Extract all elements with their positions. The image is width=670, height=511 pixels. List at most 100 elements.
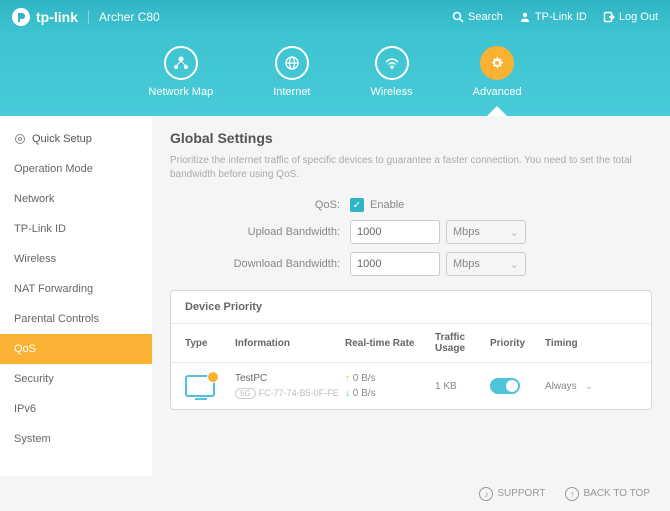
sidebar-item-ipv6[interactable]: IPv6	[0, 394, 152, 424]
band-badge: 5G	[235, 388, 256, 399]
sidebar-item-wireless[interactable]: Wireless	[0, 244, 152, 274]
table-row: TestPC 5GFC-77-74-B5-0F-FE ↑ 0 B/s ↓ 0 B…	[171, 363, 651, 409]
nav-label: Wireless	[371, 86, 413, 98]
usage-cell: 1 KB	[435, 381, 490, 392]
sidebar-item-nat-forwarding[interactable]: NAT Forwarding	[0, 274, 152, 304]
table-header: Type Information Real-time Rate Traffic …	[171, 324, 651, 363]
enable-label: Enable	[370, 199, 404, 211]
gear-icon	[14, 133, 26, 145]
rate-cell: ↑ 0 B/s ↓ 0 B/s	[345, 373, 435, 399]
sidebar-label: Wireless	[14, 253, 56, 265]
upload-row: Upload Bandwidth: Mbps ⌄	[170, 220, 652, 244]
nav-network-map[interactable]: Network Map	[148, 46, 213, 116]
sidebar-label: QoS	[14, 343, 36, 355]
sidebar-item-network[interactable]: Network	[0, 184, 152, 214]
globe-icon	[275, 46, 309, 80]
sidebar-item-tplink-id[interactable]: TP-Link ID	[0, 214, 152, 244]
sidebar-label: Security	[14, 373, 54, 385]
nav-wireless[interactable]: Wireless	[371, 46, 413, 116]
sidebar-label: System	[14, 433, 51, 445]
nav-label: Internet	[273, 86, 310, 98]
chevron-down-icon: ⌄	[510, 258, 519, 271]
user-icon	[519, 11, 531, 23]
col-timing: Timing	[545, 338, 615, 349]
priority-cell	[490, 378, 545, 394]
download-label: Download Bandwidth:	[170, 258, 350, 270]
search-icon	[452, 11, 464, 23]
header-bar: tp-link Archer C80 Search TP-Link ID Log…	[0, 0, 670, 34]
body: Quick Setup Operation Mode Network TP-Li…	[0, 116, 670, 476]
sidebar-label: TP-Link ID	[14, 223, 66, 235]
timing-value: Always	[545, 381, 577, 392]
col-priority: Priority	[490, 338, 545, 349]
search-label: Search	[468, 11, 503, 23]
content-area: Global Settings Prioritize the internet …	[152, 116, 670, 476]
support-link[interactable]: ♪ SUPPORT	[479, 487, 545, 501]
panel-title: Device Priority	[171, 291, 651, 324]
section-title: Global Settings	[170, 130, 652, 146]
gear-icon	[480, 46, 514, 80]
upload-unit-select[interactable]: Mbps ⌄	[446, 220, 526, 244]
nav-label: Advanced	[473, 86, 522, 98]
sidebar-label: Parental Controls	[14, 313, 99, 325]
download-row: Download Bandwidth: Mbps ⌄	[170, 252, 652, 276]
search-link[interactable]: Search	[452, 11, 503, 23]
sidebar-label: IPv6	[14, 403, 36, 415]
monitor-icon	[185, 375, 215, 397]
qos-row: QoS: ✓ Enable	[170, 198, 652, 212]
back-to-top-link[interactable]: ↑ BACK TO TOP	[565, 487, 650, 501]
star-badge-icon	[207, 371, 219, 383]
brand-text: tp-link	[36, 9, 78, 25]
sidebar-item-quick-setup[interactable]: Quick Setup	[0, 124, 152, 154]
qos-checkbox[interactable]: ✓	[350, 198, 364, 212]
down-rate: 0 B/s	[353, 388, 376, 399]
priority-toggle[interactable]	[490, 378, 520, 394]
chevron-down-icon: ⌄	[585, 381, 593, 392]
header-actions: Search TP-Link ID Log Out	[452, 11, 658, 23]
sidebar-item-security[interactable]: Security	[0, 364, 152, 394]
device-type-cell	[185, 375, 235, 397]
upload-label: Upload Bandwidth:	[170, 226, 350, 238]
logout-label: Log Out	[619, 11, 658, 23]
sidebar-item-qos[interactable]: QoS	[0, 334, 152, 364]
col-type: Type	[185, 338, 235, 349]
mac-text: FC-77-74-B5-0F-FE	[259, 388, 339, 398]
tplink-id-link[interactable]: TP-Link ID	[519, 11, 587, 23]
nav-advanced[interactable]: Advanced	[473, 46, 522, 116]
logo-icon	[12, 8, 30, 26]
up-rate: 0 B/s	[353, 373, 376, 384]
arrow-down-icon: ↓	[345, 388, 350, 399]
brand-logo: tp-link	[12, 8, 78, 26]
sidebar: Quick Setup Operation Mode Network TP-Li…	[0, 116, 152, 476]
sidebar-item-parental-controls[interactable]: Parental Controls	[0, 304, 152, 334]
download-input[interactable]	[350, 252, 440, 276]
logout-icon	[603, 11, 615, 23]
device-priority-panel: Device Priority Type Information Real-ti…	[170, 290, 652, 410]
col-usage: Traffic Usage	[435, 332, 490, 354]
sidebar-item-system[interactable]: System	[0, 424, 152, 454]
select-value: Mbps	[453, 258, 480, 270]
backtop-label: BACK TO TOP	[583, 488, 650, 499]
select-value: Mbps	[453, 226, 480, 238]
arrow-up-icon: ↑	[345, 373, 350, 384]
tplink-id-label: TP-Link ID	[535, 11, 587, 23]
upload-input[interactable]	[350, 220, 440, 244]
sidebar-label: Operation Mode	[14, 163, 93, 175]
network-map-icon	[164, 46, 198, 80]
download-unit-select[interactable]: Mbps ⌄	[446, 252, 526, 276]
sidebar-label: Quick Setup	[32, 133, 92, 145]
arrow-up-icon: ↑	[565, 487, 579, 501]
device-mac: 5GFC-77-74-B5-0F-FE	[235, 388, 345, 399]
wifi-icon	[375, 46, 409, 80]
nav-label: Network Map	[148, 86, 213, 98]
nav-internet[interactable]: Internet	[273, 46, 310, 116]
col-info: Information	[235, 338, 345, 349]
section-description: Prioritize the internet traffic of speci…	[170, 154, 652, 182]
support-icon: ♪	[479, 487, 493, 501]
sidebar-item-operation-mode[interactable]: Operation Mode	[0, 154, 152, 184]
qos-label: QoS:	[170, 199, 350, 211]
chevron-down-icon: ⌄	[510, 226, 519, 239]
timing-cell[interactable]: Always ⌄	[545, 381, 615, 392]
logout-link[interactable]: Log Out	[603, 11, 658, 23]
model-name: Archer C80	[88, 10, 160, 24]
